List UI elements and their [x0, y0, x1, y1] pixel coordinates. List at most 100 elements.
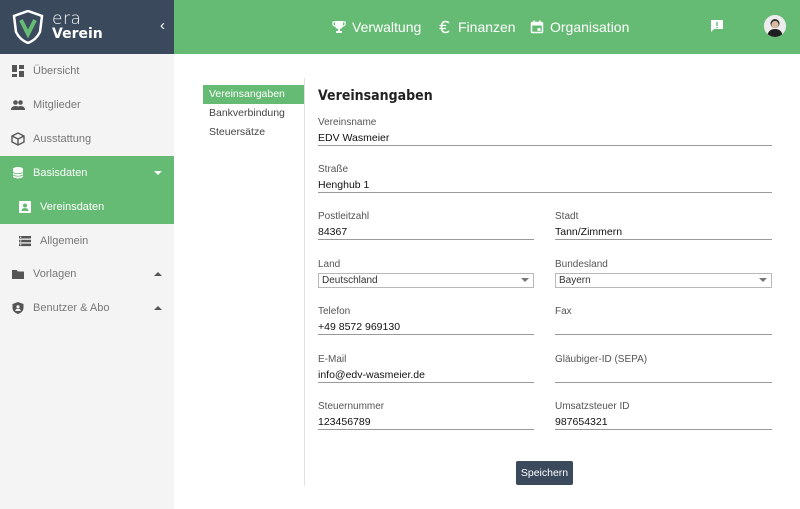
list-icon: [19, 236, 31, 247]
nav-finanzen[interactable]: Finanzen: [438, 0, 516, 54]
bundesland-label: Bundesland: [555, 259, 608, 270]
sidebar-item-label: Vereinsdaten: [40, 201, 105, 213]
vereinsname-label: Vereinsname: [318, 117, 377, 128]
bundesland-selected-value: Bayern: [559, 275, 591, 286]
sidebar-item-basisdaten[interactable]: Basisdaten: [0, 156, 174, 190]
fax-label: Fax: [555, 306, 572, 317]
vertical-divider: [304, 78, 305, 486]
glaeubiger-id-label: Gläubiger-ID (SEPA): [555, 354, 648, 365]
email-label: E-Mail: [318, 354, 347, 365]
database-icon: [12, 167, 24, 179]
form-title: Vereinsangaben: [318, 88, 433, 104]
euro-icon: [439, 20, 450, 34]
feedback-icon[interactable]: [710, 19, 724, 33]
land-select[interactable]: Deutschland: [318, 273, 534, 288]
subnav-steuersaetze[interactable]: Steuersätze: [203, 123, 304, 142]
sidebar-item-label: Ausstattung: [33, 133, 92, 145]
umsatzsteuer-id-label: Umsatzsteuer ID: [555, 401, 630, 412]
stadt-value[interactable]: Tann/Zimmern: [555, 226, 622, 238]
vereinsname-field[interactable]: Vereinsname EDV Wasmeier: [318, 117, 772, 147]
telefon-field[interactable]: Telefon +49 8572 969130: [318, 306, 534, 336]
top-navigation-bar: Verwaltung Finanzen Organisation: [174, 0, 800, 54]
avatar-icon: [764, 15, 786, 37]
sidebar-item-vorlagen[interactable]: Vorlagen: [0, 257, 174, 291]
user-avatar[interactable]: [764, 15, 786, 37]
strasse-value[interactable]: Henghub 1: [318, 179, 369, 191]
umsatzsteuer-id-value[interactable]: 987654321: [555, 416, 608, 428]
caret-down-icon: [154, 171, 162, 175]
sidebar-item-uebersicht[interactable]: Übersicht: [0, 54, 174, 88]
sidebar-item-allgemein[interactable]: Allgemein: [0, 224, 174, 258]
land-selected-value: Deutschland: [322, 275, 378, 286]
contact-card-icon: [19, 201, 31, 213]
vereinsname-underline: [318, 145, 772, 146]
collapse-sidebar-icon[interactable]: ‹: [160, 18, 170, 34]
nav-verwaltung[interactable]: Verwaltung: [332, 0, 421, 54]
sidebar-item-mitglieder[interactable]: Mitglieder: [0, 88, 174, 122]
nav-organisation[interactable]: Organisation: [530, 0, 629, 54]
fax-underline: [555, 334, 772, 335]
email-underline: [318, 382, 534, 383]
sidebar-item-label: Vorlagen: [33, 268, 77, 280]
box-icon: [11, 132, 25, 146]
email-field[interactable]: E-Mail info@edv-wasmeier.de: [318, 354, 534, 384]
strasse-label: Straße: [318, 164, 349, 175]
strasse-underline: [318, 192, 772, 193]
nav-finanzen-label: Finanzen: [458, 19, 516, 35]
steuernummer-value[interactable]: 123456789: [318, 416, 371, 428]
sidebar: Übersicht Mitglieder Ausstattung Basisda…: [0, 54, 174, 509]
bundesland-field: Bundesland Bayern: [555, 259, 772, 289]
postleitzahl-value[interactable]: 84367: [318, 226, 347, 238]
strasse-field[interactable]: Straße Henghub 1: [318, 164, 772, 194]
brand-name-line2: Verein: [52, 26, 103, 42]
sidebar-item-vereinsdaten[interactable]: Vereinsdaten: [0, 190, 174, 224]
postleitzahl-field[interactable]: Postleitzahl 84367: [318, 211, 534, 241]
folder-icon: [12, 270, 24, 279]
stadt-label: Stadt: [555, 211, 579, 222]
vereinsname-value[interactable]: EDV Wasmeier: [318, 132, 389, 144]
settings-subnav: Vereinsangaben Bankverbindung Steuersätz…: [203, 85, 304, 142]
trophy-icon: [332, 21, 346, 33]
telefon-value[interactable]: +49 8572 969130: [318, 321, 400, 333]
subnav-vereinsangaben[interactable]: Vereinsangaben: [203, 85, 304, 104]
stadt-underline: [555, 239, 772, 240]
caret-up-icon: [154, 272, 162, 276]
sidebar-item-label: Mitglieder: [33, 99, 81, 111]
sidebar-item-label: Übersicht: [33, 65, 80, 77]
bundesland-select[interactable]: Bayern: [555, 273, 772, 288]
umsatzsteuer-id-field[interactable]: Umsatzsteuer ID 987654321: [555, 401, 772, 431]
brand-block: era Verein ‹: [0, 0, 174, 54]
calendar-icon: [530, 20, 544, 34]
glaeubiger-id-field[interactable]: Gläubiger-ID (SEPA): [555, 354, 772, 384]
email-value[interactable]: info@edv-wasmeier.de: [318, 369, 425, 381]
steuernummer-underline: [318, 429, 534, 430]
sidebar-item-label: Benutzer & Abo: [33, 302, 110, 314]
dropdown-arrow-icon: [759, 278, 767, 282]
save-button[interactable]: Speichern: [516, 461, 573, 485]
nav-organisation-label: Organisation: [550, 19, 630, 35]
sidebar-item-ausstattung[interactable]: Ausstattung: [0, 122, 174, 156]
umsatzsteuer-id-underline: [555, 429, 772, 430]
era-logo-icon: [12, 10, 44, 44]
land-field: Land Deutschland: [318, 259, 534, 289]
subnav-bankverbindung[interactable]: Bankverbindung: [203, 104, 304, 123]
steuernummer-field[interactable]: Steuernummer 123456789: [318, 401, 534, 431]
telefon-label: Telefon: [318, 306, 351, 317]
postleitzahl-label: Postleitzahl: [318, 211, 370, 222]
sidebar-item-benutzer-abo[interactable]: Benutzer & Abo: [0, 291, 174, 325]
land-label: Land: [318, 259, 341, 270]
sidebar-item-label: Allgemein: [40, 235, 89, 247]
steuernummer-label: Steuernummer: [318, 401, 385, 412]
stadt-field[interactable]: Stadt Tann/Zimmern: [555, 211, 772, 241]
people-icon: [11, 100, 25, 110]
dropdown-arrow-icon: [521, 278, 529, 282]
postleitzahl-underline: [318, 239, 534, 240]
sidebar-item-label: Basisdaten: [33, 167, 88, 179]
shield-user-icon: [12, 302, 24, 314]
glaeubiger-id-underline: [555, 382, 772, 383]
dashboard-icon: [12, 65, 24, 77]
fax-field[interactable]: Fax: [555, 306, 772, 336]
caret-up-icon: [154, 306, 162, 310]
telefon-underline: [318, 334, 534, 335]
nav-verwaltung-label: Verwaltung: [352, 19, 422, 35]
